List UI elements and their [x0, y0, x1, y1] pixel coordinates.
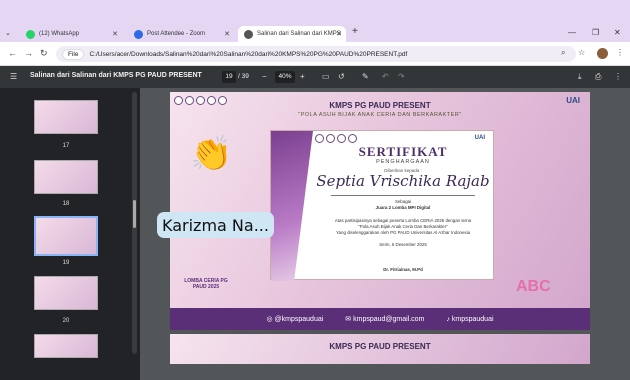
pdf-title: Salinan dari Salinan dari KMPS PG PAUD P…: [30, 72, 202, 79]
thumbnail-number: 20: [62, 318, 70, 324]
back-icon[interactable]: ←: [8, 48, 17, 58]
zoom-level-input[interactable]: 40%: [275, 71, 295, 83]
more-options-icon[interactable]: ⋮: [614, 72, 622, 81]
abc-decoration: ABC: [516, 278, 551, 295]
thumbnail-19[interactable]: [34, 216, 98, 256]
page-total: / 39: [238, 73, 249, 80]
pdf-page-next: KMPS PG PAUD PRESENT: [170, 334, 590, 364]
competition-badge: LOMBA CERIA PG PAUD 2025: [184, 278, 228, 290]
print-icon[interactable]: ⎙: [595, 72, 601, 82]
instagram-icon: ◎: [266, 316, 275, 323]
pdf-page: UAI KMPS PG PAUD PRESENT "POLA ASUH BIJA…: [170, 92, 590, 330]
name-underline: [331, 195, 475, 196]
email-contact: ✉ kmpspaud@gmail.com: [345, 315, 424, 323]
address-bar[interactable]: File C:/Users/acer/Downloads/Salinan%20d…: [56, 46, 576, 62]
avatar[interactable]: [597, 48, 608, 59]
body-line-1: Atas partisipasinya sebagai peserta Lomb…: [334, 218, 472, 223]
download-icon[interactable]: ⤓: [578, 72, 582, 82]
restore-icon[interactable]: ❐: [592, 28, 599, 37]
window-close-icon[interactable]: ✕: [614, 28, 621, 37]
reload-icon[interactable]: ↻: [40, 48, 48, 59]
tab-pdf[interactable]: Salinan dari Salinan dari KMPS ✕: [238, 26, 346, 42]
participant-name-caption: Karizma Na...: [157, 212, 274, 238]
logo-icon: [348, 134, 357, 143]
thumbnail-21[interactable]: [34, 334, 98, 358]
body-line-3: Yang diselenggarakan oleh PG PAUD Univer…: [335, 230, 471, 235]
award-text: Juara 2 Lomba MPI Digital: [375, 205, 431, 210]
forward-icon[interactable]: →: [24, 48, 33, 58]
logo-icon: [326, 134, 335, 143]
close-icon[interactable]: ✕: [336, 30, 342, 38]
zoom-in-button[interactable]: +: [300, 72, 305, 81]
hamburger-menu-icon[interactable]: ☰: [10, 72, 17, 81]
certificate-stripe: [271, 131, 313, 281]
recipient-name: Septia Vrischika Rajab: [316, 172, 490, 190]
tab-label: (12) WhatsApp: [39, 31, 80, 37]
close-icon[interactable]: ✕: [224, 30, 230, 38]
minimize-icon[interactable]: —: [568, 28, 576, 37]
tab-whatsapp[interactable]: (12) WhatsApp ✕: [20, 26, 122, 42]
body-line-2: "Pola Asuh Bijak Anak Ceria Dan Berkarak…: [358, 224, 448, 229]
logo-icon: [315, 134, 324, 143]
logo-icon: [337, 134, 346, 143]
email-text: kmpspaud@gmail.com: [353, 316, 425, 323]
rotate-icon[interactable]: ↺: [338, 72, 345, 81]
slide-footer: ◎ @kmpspauduai ✉ kmpspaud@gmail.com ♪ km…: [170, 308, 590, 330]
page-number-input[interactable]: 19: [222, 71, 236, 83]
instagram-handle: ◎ @kmpspauduai: [266, 315, 323, 323]
thumbnail-18[interactable]: [34, 160, 98, 194]
new-tab-button[interactable]: +: [352, 26, 358, 37]
file-chip[interactable]: File: [62, 48, 85, 60]
slide-header: KMPS PG PAUD PRESENT: [329, 342, 431, 351]
instagram-text: @kmpspauduai: [274, 316, 324, 323]
thumbnail-number: 17: [62, 143, 70, 149]
thumbnail-number: 18: [62, 201, 70, 207]
browser-tab-bar: ⌄ (12) WhatsApp ✕ Post Attendee - Zoom ✕…: [0, 0, 630, 42]
certificate-date: Serin, 6 Desember 2025: [379, 242, 427, 247]
close-icon[interactable]: ✕: [112, 30, 118, 38]
certificate-subtitle: PENGHARGAAN: [376, 159, 430, 165]
globe-icon: [244, 29, 253, 39]
sidebar-scroll-thumb[interactable]: [133, 200, 136, 228]
clapping-hands-icon: 👏: [190, 135, 233, 173]
thumbnail-20[interactable]: [34, 276, 98, 310]
address-text: C:/Users/acer/Downloads/Salinan%20dari%2…: [89, 50, 408, 58]
draw-icon[interactable]: ✎: [362, 72, 369, 81]
tab-label: Post Attendee - Zoom: [147, 31, 206, 37]
bookmark-star-icon[interactable]: ☆: [578, 48, 585, 57]
signer-name: Dr. Fitria/nas, M.Pd: [383, 267, 423, 272]
slide-header: KMPS PG PAUD PRESENT: [329, 101, 431, 110]
pdf-toolbar: ☰ Salinan dari Salinan dari KMPS PG PAUD…: [0, 66, 630, 88]
tiktok-handle: ♪ kmpspauduai: [446, 316, 493, 323]
tiktok-text: kmpspauduai: [451, 315, 494, 323]
whatsapp-icon: [26, 29, 35, 39]
tab-zoom[interactable]: Post Attendee - Zoom ✕: [128, 26, 234, 42]
thumbnail-17[interactable]: [34, 100, 98, 134]
role-label: Sebagai: [394, 199, 412, 204]
fit-page-icon[interactable]: ▭: [322, 72, 330, 81]
certificate: UAI SERTIFIKAT PENGHARGAAN Diberikan kep…: [270, 130, 494, 281]
zoom-icon: [134, 29, 143, 39]
certificate-title: SERTIFIKAT: [358, 144, 448, 159]
mail-icon: ✉: [345, 316, 354, 323]
redo-icon[interactable]: ↷: [398, 72, 405, 81]
tab-label: Salinan dari Salinan dari KMPS: [257, 31, 341, 37]
uai-logo: UAI: [474, 135, 485, 141]
address-row: ← → ↻ File C:/Users/acer/Downloads/Salin…: [0, 42, 630, 66]
slide-tagline: "POLA ASUH BIJAK ANAK CERIA DAN BERKARAK…: [298, 112, 462, 118]
zoom-lens-icon[interactable]: ⌕: [561, 48, 565, 58]
tab-search-icon[interactable]: ⌄: [5, 29, 17, 41]
zoom-out-button[interactable]: −: [262, 72, 267, 81]
undo-icon[interactable]: ↶: [382, 72, 389, 81]
browser-menu-icon[interactable]: ⋮: [616, 48, 624, 57]
thumbnail-number: 19: [62, 260, 70, 266]
certificate-logos: [315, 134, 359, 143]
